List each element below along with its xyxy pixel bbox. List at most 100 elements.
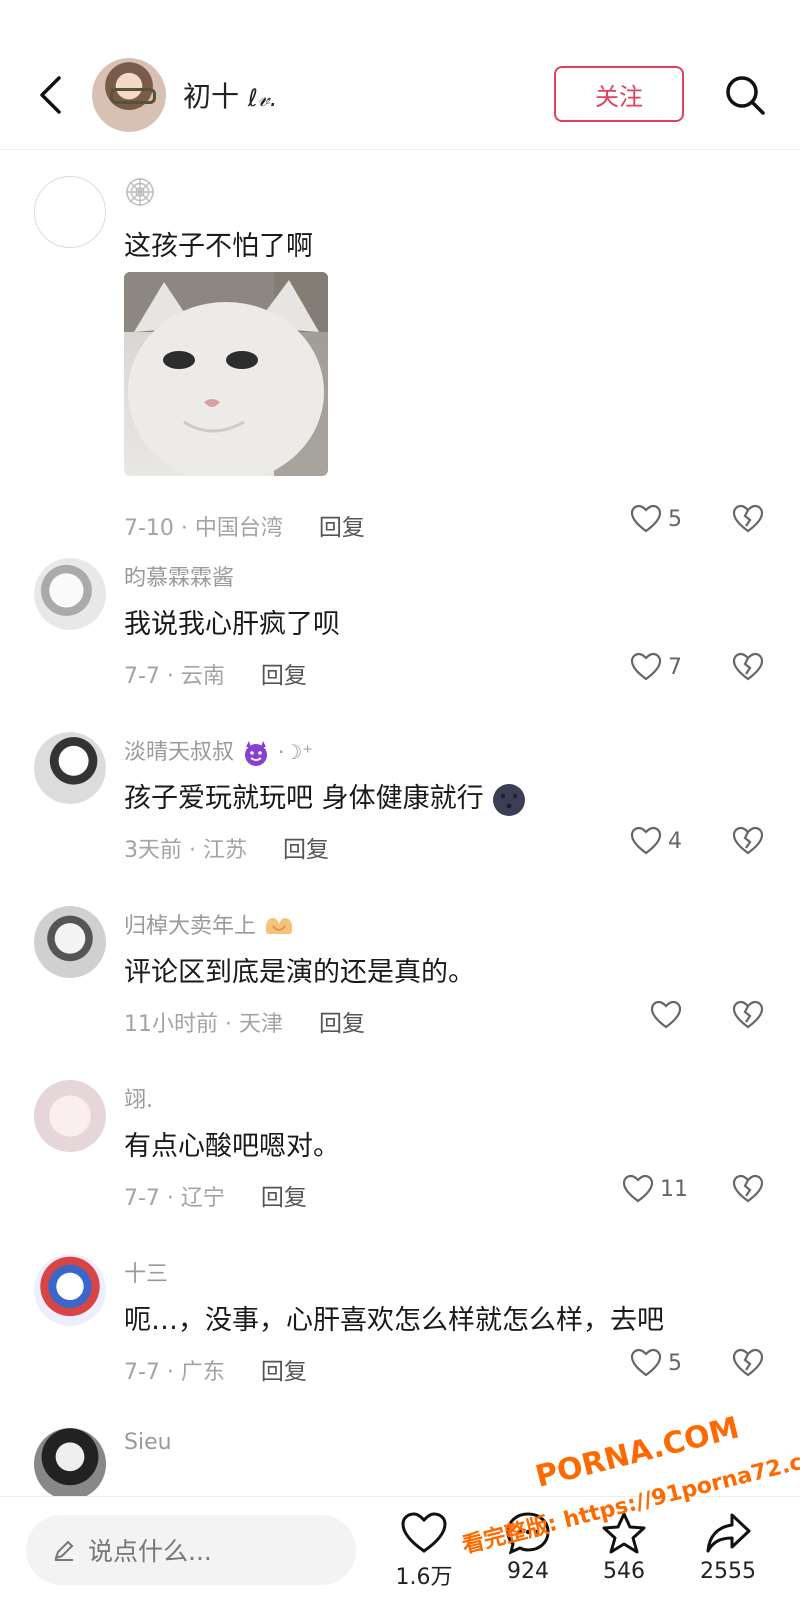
comment-meta: 7-10 · 中国台湾 回复	[124, 508, 365, 542]
broken-heart-icon	[732, 1174, 764, 1203]
dislike-button[interactable]	[732, 1000, 764, 1034]
broken-heart-icon	[732, 1000, 764, 1029]
author-badge: ℓ𝓋.	[247, 84, 278, 112]
like-count: 5	[668, 1350, 682, 1376]
comment-input-placeholder: 说点什么...	[88, 1537, 212, 1566]
reply-button[interactable]: 回复	[261, 663, 307, 689]
reply-button[interactable]: 回复	[283, 837, 329, 863]
like-count: 5	[668, 506, 682, 532]
commenter-name[interactable]: 归棹大卖年上	[124, 908, 295, 940]
comment-item: 这孩子不怕了啊 7-10 · 中国台湾 回复 5	[0, 174, 800, 544]
commenter-avatar[interactable]	[34, 176, 106, 248]
favorite-total: 546	[603, 1559, 645, 1584]
share-total: 2555	[700, 1559, 756, 1584]
commenter-name[interactable]: 十三	[124, 1256, 168, 1288]
like-button[interactable]: 11	[622, 1174, 688, 1204]
comment-text: 孩子爱玩就玩吧 身体健康就行	[124, 776, 526, 817]
comment-text: 呃…，没事，心肝喜欢怎么样就怎么样，去吧	[124, 1305, 664, 1336]
follow-button[interactable]: 关注	[554, 66, 684, 122]
back-button[interactable]	[30, 70, 70, 120]
search-button[interactable]	[720, 70, 770, 120]
heart-icon	[630, 652, 662, 681]
comment-list: 这孩子不怕了啊 7-10 · 中国台湾 回复 5 昀慕霖霖酱 我说我心肝疯了呗 …	[0, 150, 800, 1496]
bottom-action-bar: 说点什么... 1.6万 924 546 2555	[0, 1496, 800, 1600]
like-button[interactable]: 5	[630, 504, 682, 534]
heart-icon	[630, 504, 662, 533]
dislike-button[interactable]	[732, 652, 764, 686]
heart-icon	[630, 1348, 662, 1377]
dislike-button[interactable]	[732, 1348, 764, 1382]
share-button[interactable]: 2555	[688, 1511, 768, 1584]
comment-date-location: 7-7 · 辽宁	[124, 1186, 225, 1211]
comment-meta: 7-7 · 广东 回复	[124, 1352, 307, 1386]
commenter-name[interactable]: 淡晴天叔叔 ·☽⁺	[124, 734, 313, 767]
author-name[interactable]: 初十 ℓ𝓋.	[183, 75, 277, 115]
broken-heart-icon	[732, 652, 764, 681]
heart-icon	[622, 1174, 654, 1203]
reply-button[interactable]: 回复	[261, 1185, 307, 1211]
broken-heart-icon	[732, 504, 764, 533]
share-arrow-icon	[706, 1513, 751, 1553]
comment-date-location: 7-10 · 中国台湾	[124, 516, 283, 541]
pencil-icon	[54, 1540, 74, 1561]
reply-button[interactable]: 回复	[261, 1359, 307, 1385]
broken-heart-icon	[732, 826, 764, 855]
comment-meta: 7-7 · 辽宁 回复	[124, 1178, 307, 1212]
comment-meta: 11小时前 · 天津 回复	[124, 1004, 365, 1038]
heart-icon	[630, 826, 662, 855]
comment-date-location: 3天前 · 江苏	[124, 838, 247, 863]
dislike-button[interactable]	[732, 504, 764, 538]
comment-bubble-icon	[506, 1512, 550, 1555]
commenter-avatar[interactable]	[34, 1428, 106, 1496]
search-icon	[726, 76, 765, 115]
like-total: 1.6万	[395, 1565, 453, 1590]
commenter-avatar[interactable]	[34, 558, 106, 630]
broken-heart-icon	[732, 1348, 764, 1377]
comment-date-location: 11小时前 · 天津	[124, 1012, 283, 1037]
commenter-avatar[interactable]	[34, 1254, 106, 1326]
commenter-name[interactable]	[124, 176, 156, 214]
comment-date-location: 7-7 · 广东	[124, 1360, 225, 1385]
comment-date-location: 7-7 · 云南	[124, 664, 225, 689]
dislike-button[interactable]	[732, 826, 764, 860]
comment-item: 昀慕霖霖酱 我说我心肝疯了呗 7-7 · 云南 回复 7	[0, 558, 800, 708]
like-button[interactable]: 5	[630, 1348, 682, 1378]
comment-text: 我说我心肝疯了呗	[124, 609, 340, 640]
dislike-button[interactable]	[732, 1174, 764, 1208]
reply-button[interactable]: 回复	[319, 1011, 365, 1037]
reply-button[interactable]: 回复	[319, 515, 365, 541]
comment-meta: 7-7 · 云南 回复	[124, 656, 307, 690]
comment-text: 评论区到底是演的还是真的。	[124, 957, 475, 988]
chevron-left-icon	[40, 76, 61, 114]
like-count: 7	[668, 654, 682, 680]
commenter-avatar[interactable]	[34, 906, 106, 978]
favorite-button[interactable]: 546	[584, 1511, 664, 1584]
heart-icon	[401, 1512, 447, 1553]
commenter-avatar[interactable]	[34, 732, 106, 804]
heart-hands-icon	[265, 918, 293, 934]
cat-photo	[124, 272, 328, 476]
comment-total: 924	[507, 1559, 549, 1584]
like-post-button[interactable]: 1.6万	[384, 1511, 464, 1591]
heart-icon	[650, 1000, 682, 1029]
like-count: 4	[668, 828, 682, 854]
comment-text: 这孩子不怕了啊	[124, 231, 313, 262]
comment-post-button[interactable]: 924	[488, 1511, 568, 1584]
top-bar: 初十 ℓ𝓋. 关注	[0, 0, 800, 150]
author-avatar[interactable]	[92, 58, 166, 132]
comment-image-cat[interactable]	[124, 272, 328, 476]
comment-item: 十三 呃…，没事，心肝喜欢怎么样就怎么样，去吧 7-7 · 广东 回复 5	[0, 1254, 800, 1404]
comment-item: Sieu	[0, 1428, 800, 1496]
comment-text: 有点心酸吧嗯对。	[124, 1131, 340, 1162]
like-button[interactable]: 4	[630, 826, 682, 856]
commenter-name[interactable]: 翊.	[124, 1082, 153, 1114]
star-icon	[602, 1512, 646, 1554]
spiderweb-icon	[126, 178, 154, 206]
comment-item: 淡晴天叔叔 ·☽⁺ 孩子爱玩就玩吧 身体健康就行 3天前 · 江苏 回复 4	[0, 732, 800, 882]
like-button[interactable]	[650, 1000, 688, 1030]
like-button[interactable]: 7	[630, 652, 682, 682]
commenter-name[interactable]: 昀慕霖霖酱	[124, 560, 234, 592]
comment-input[interactable]: 说点什么...	[26, 1515, 356, 1585]
commenter-avatar[interactable]	[34, 1080, 106, 1152]
commenter-name[interactable]: Sieu	[124, 1430, 172, 1455]
